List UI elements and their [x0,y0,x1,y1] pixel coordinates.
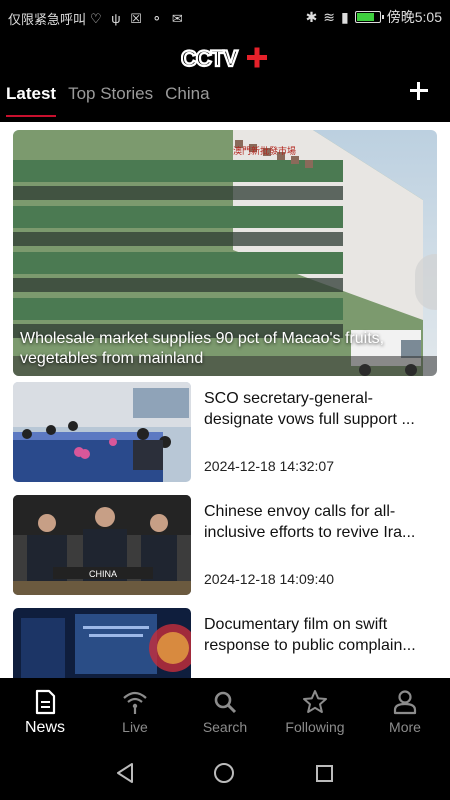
back-icon[interactable] [115,762,135,784]
home-icon[interactable] [214,763,234,783]
bottom-nav: News Live Search Following More [0,678,450,744]
nav-live[interactable]: Live [90,678,180,744]
news-feed[interactable]: 澳門新批發市場 Wholesale market supplies 90 pct… [0,122,450,678]
person-icon [393,690,417,715]
nav-following-label: Following [285,719,345,735]
app-header: CCTV Latest Top Stories China [0,34,450,122]
bluetooth-icon: ✱ [305,8,318,25]
hero-title: Wholesale market supplies 90 pct of Maca… [20,330,385,367]
article-time: 2024-12-18 14:32:07 [204,458,334,474]
list-item[interactable]: CHINA Chinese envoy calls for all-inclus… [13,495,437,595]
notification-icons: ♡ ψ ☒ ⚬ ✉ [90,10,186,26]
wifi-icon: ≋ [323,8,336,25]
tab-latest[interactable]: Latest [6,84,57,117]
nav-following[interactable]: Following [270,678,360,744]
news-icon [35,689,56,715]
article-thumbnail [13,382,191,482]
cctv-plus-logo: CCTV [181,45,267,71]
nav-live-label: Live [122,719,148,735]
hero-article[interactable]: 澳門新批發市場 Wholesale market supplies 90 pct… [13,130,437,376]
battery-icon [354,11,384,23]
category-tabs: Latest Top Stories China [6,84,210,117]
article-thumbnail [13,608,191,678]
article-title: Chinese envoy calls for all-inclusive ef… [204,503,416,541]
svg-text:CCTV: CCTV [181,46,238,71]
signal-icon: ▮ [341,8,349,25]
hero-sign-text: 澳門新批發市場 [233,145,296,157]
article-time: 2024-12-18 14:09:40 [204,571,334,587]
search-icon [214,691,237,714]
article-title: Documentary film on swift response to pu… [204,616,416,654]
nav-more-label: More [389,719,421,735]
nav-news[interactable]: News [0,678,90,744]
nav-news-label: News [24,719,65,736]
nav-more[interactable]: More [360,678,450,744]
system-nav-bar [0,744,450,800]
article-thumbnail: CHINA [13,495,191,595]
list-item[interactable]: SCO secretary-general-designate vows ful… [13,382,437,482]
recent-apps-icon[interactable] [316,765,333,782]
tab-china[interactable]: China [165,84,209,112]
placard-text: CHINA [89,569,117,579]
star-icon [303,690,327,713]
tab-top-stories[interactable]: Top Stories [68,84,153,112]
status-time: 傍晚5:05 [386,9,442,25]
nav-search[interactable]: Search [180,678,270,744]
list-item[interactable]: Documentary film on swift response to pu… [13,608,437,678]
live-icon [123,691,147,714]
side-float-handle[interactable] [415,254,437,310]
carrier-text: 仅限紧急呼叫 [8,12,87,27]
status-bar: 仅限紧急呼叫 ♡ ψ ☒ ⚬ ✉ ✱ ≋ ▮ 傍晚5:05 [0,0,450,34]
article-title: SCO secretary-general-designate vows ful… [204,390,415,428]
nav-search-label: Search [202,719,248,735]
add-category-button[interactable] [408,80,430,102]
